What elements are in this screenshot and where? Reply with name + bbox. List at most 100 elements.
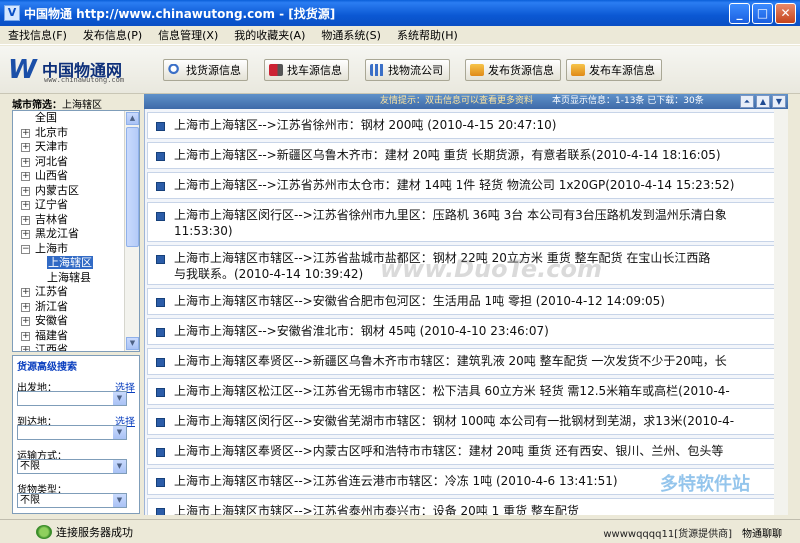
- find-truck-button[interactable]: 找车源信息: [264, 59, 349, 81]
- find-logistics-button[interactable]: 找物流公司: [365, 59, 450, 81]
- tree-item[interactable]: + 黑龙江省: [13, 227, 125, 242]
- tree-item[interactable]: + 浙江省: [13, 300, 125, 315]
- menu-help[interactable]: 系统帮助(H): [397, 27, 458, 43]
- truck-icon: [269, 64, 283, 76]
- advanced-search-title: 货源高级搜索: [17, 362, 77, 373]
- menu-publish[interactable]: 发布信息(P): [83, 27, 142, 43]
- bullet-icon: [156, 358, 165, 367]
- tree-item[interactable]: + 辽宁省: [13, 198, 125, 213]
- expand-icon[interactable]: +: [21, 157, 30, 167]
- tree-item-label: 天津市: [35, 140, 68, 153]
- tree-item[interactable]: 上海辖县: [13, 271, 125, 286]
- tree-item-label: 江苏省: [35, 285, 68, 298]
- list-item[interactable]: 上海市上海辖区-->江苏省苏州市太仓市：建材 14吨 1件 轻货 物流公司 1x…: [147, 172, 778, 199]
- tree-scrollbar[interactable]: ▲ ▼: [124, 111, 139, 351]
- tree-item[interactable]: + 吉林省: [13, 213, 125, 228]
- from-dropdown[interactable]: ▼: [17, 391, 127, 406]
- menu-manage[interactable]: 信息管理(X): [158, 27, 218, 43]
- expand-icon[interactable]: +: [21, 317, 30, 326]
- chart-icon: [370, 64, 384, 76]
- menu-favorites[interactable]: 我的收藏夹(A): [234, 27, 305, 43]
- minimize-button[interactable]: _: [729, 3, 750, 24]
- list-scrollbar[interactable]: [774, 109, 788, 515]
- list-item[interactable]: 上海市上海辖区奉贤区-->内蒙古区呼和浩特市市辖区：建材 20吨 重货 还有西安…: [147, 438, 778, 465]
- region-tree[interactable]: 全国 + 北京市 + 天津市 + 河北省 + 山西省 + 内蒙古区 + 辽宁省 + 吉林省 + 黑龙江省 − 上海市…: [12, 110, 140, 352]
- scroll-down-icon[interactable]: ▼: [126, 337, 139, 350]
- expand-icon[interactable]: +: [21, 172, 30, 181]
- bullet-icon: [156, 478, 165, 487]
- cargo-type-dropdown[interactable]: 不限 ▼: [17, 493, 127, 508]
- find-cargo-button[interactable]: 找货源信息: [163, 59, 248, 81]
- expand-icon[interactable]: +: [21, 230, 30, 239]
- toolbar: W 中国物通网 www.chinawutong.com 找货源信息 找车源信息 …: [0, 46, 800, 94]
- publish-icon: [470, 64, 484, 76]
- region-tree-list: 全国 + 北京市 + 天津市 + 河北省 + 山西省 + 内蒙古区 + 辽宁省 + 吉林省 + 黑龙江省 − 上海市…: [13, 111, 125, 351]
- list-item[interactable]: 上海市上海辖区松江区-->江苏省无锡市市辖区：松下洁具 60立方米 轻货 需12…: [147, 378, 778, 405]
- menu-bar: 查找信息(F) 发布信息(P) 信息管理(X) 我的收藏夹(A) 物通系统(S)…: [0, 26, 800, 45]
- expand-icon[interactable]: +: [21, 186, 30, 196]
- bullet-icon: [156, 152, 165, 161]
- list-item[interactable]: 上海市上海辖区闵行区-->江苏省徐州市九里区：压路机 36吨 3台 本公司有3台…: [147, 202, 778, 242]
- prev-page-icon[interactable]: ▲: [756, 95, 770, 108]
- list-item[interactable]: 上海市上海辖区奉贤区-->新疆区乌鲁木齐市市辖区：建筑乳液 20吨 整车配货 一…: [147, 348, 778, 375]
- close-button[interactable]: ✕: [775, 3, 796, 24]
- tree-item[interactable]: − 上海市: [13, 242, 125, 257]
- expand-icon[interactable]: +: [21, 346, 30, 351]
- tree-item[interactable]: + 北京市: [13, 126, 125, 141]
- tree-item[interactable]: + 江西省: [13, 343, 125, 351]
- publish-truck-button[interactable]: 发布车源信息: [566, 59, 662, 81]
- watermark-brand: 多特软件站: [660, 474, 750, 495]
- to-select-link[interactable]: 选择: [115, 413, 135, 428]
- tree-item[interactable]: + 内蒙古区: [13, 184, 125, 199]
- next-page-icon[interactable]: ▼: [772, 95, 786, 108]
- chat-button[interactable]: 物通聊聊: [742, 525, 782, 540]
- tree-item[interactable]: + 天津市: [13, 140, 125, 155]
- list-item[interactable]: 上海市上海辖区-->安徽省淮北市：钢材 45吨 (2010-4-10 23:46…: [147, 318, 778, 345]
- menu-system[interactable]: 物通系统(S): [321, 27, 381, 43]
- scroll-thumb[interactable]: [126, 127, 139, 247]
- first-page-icon[interactable]: ⏶: [740, 95, 754, 108]
- tree-item[interactable]: + 安徽省: [13, 314, 125, 329]
- scroll-up-icon[interactable]: ▲: [126, 112, 139, 125]
- maximize-button[interactable]: □: [752, 3, 773, 24]
- find-cargo-label: 找货源信息: [186, 64, 241, 77]
- chevron-down-icon: ▼: [113, 460, 126, 473]
- find-logistics-label: 找物流公司: [388, 64, 443, 77]
- from-select-link[interactable]: 选择: [115, 379, 135, 394]
- transport-value: 不限: [20, 461, 40, 472]
- transport-dropdown[interactable]: 不限 ▼: [17, 459, 127, 474]
- expand-icon[interactable]: +: [21, 143, 30, 152]
- to-dropdown[interactable]: ▼: [17, 425, 127, 440]
- tree-item[interactable]: + 福建省: [13, 329, 125, 344]
- list-item[interactable]: 上海市上海辖区-->新疆区乌鲁木齐市：建材 20吨 重货 长期货源，有意者联系(…: [147, 142, 778, 169]
- list-item[interactable]: 上海市上海辖区市辖区-->安徽省合肥市包河区：生活用品 1吨 零担 (2010-…: [147, 288, 778, 315]
- expand-icon[interactable]: +: [21, 201, 30, 210]
- list-item[interactable]: 上海市上海辖区闵行区-->安徽省芜湖市市辖区：钢材 100吨 本公司有一批钢材到…: [147, 408, 778, 435]
- tree-item[interactable]: 上海辖区: [13, 256, 125, 271]
- logo: W 中国物通网 www.chinawutong.com: [8, 54, 136, 88]
- expand-icon[interactable]: +: [21, 128, 30, 138]
- cargo-type-label: 货物类型：: [17, 485, 67, 496]
- from-label: 出发地：: [17, 383, 57, 394]
- bullet-icon: [156, 388, 165, 397]
- expand-icon[interactable]: +: [21, 302, 30, 312]
- publish-cargo-button[interactable]: 发布货源信息: [465, 59, 561, 81]
- tree-item[interactable]: + 河北省: [13, 155, 125, 170]
- tree-item[interactable]: 全国: [13, 111, 125, 126]
- watermark: www.DuoTe.com: [380, 255, 602, 283]
- tree-item-label: 全国: [35, 111, 57, 124]
- list-item-text: 上海市上海辖区奉贤区-->内蒙古区呼和浩特市市辖区：建材 20吨 重货 还有西安…: [174, 444, 724, 458]
- bullet-icon: [156, 255, 165, 264]
- friendly-hint: 友情提示：双击信息可以查看更多资料: [380, 96, 534, 106]
- list-item[interactable]: 上海市上海辖区-->江苏省徐州市：钢材 200吨 (2010-4-15 20:4…: [147, 112, 778, 139]
- tree-item[interactable]: + 山西省: [13, 169, 125, 184]
- current-user: wwwwqqqq11[货源提供商]: [603, 529, 732, 540]
- collapse-icon[interactable]: −: [21, 244, 30, 254]
- menu-find[interactable]: 查找信息(F): [8, 27, 67, 43]
- expand-icon[interactable]: +: [21, 288, 30, 297]
- tree-item[interactable]: + 江苏省: [13, 285, 125, 300]
- tree-item-label: 上海市: [35, 241, 68, 255]
- list-item[interactable]: 上海市上海辖区市辖区-->江苏省泰州市泰兴市：设备 20吨 1 重货 整车配货: [147, 498, 778, 515]
- expand-icon[interactable]: +: [21, 331, 30, 341]
- expand-icon[interactable]: +: [21, 215, 30, 225]
